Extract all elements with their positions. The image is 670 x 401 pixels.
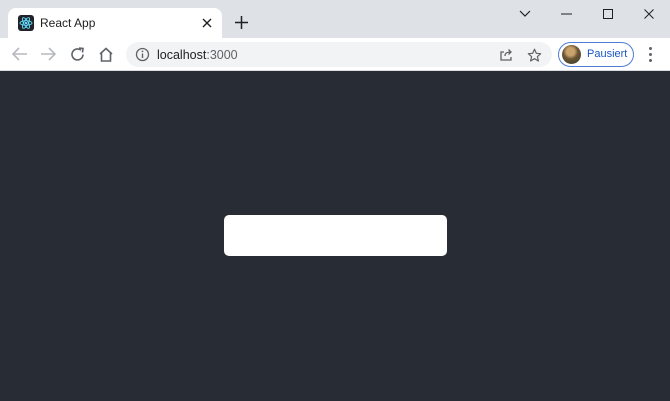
profile-button[interactable]: Pausiert [558, 42, 634, 67]
url-host: localhost [157, 48, 207, 62]
forward-arrow-icon[interactable] [38, 44, 58, 64]
more-options-icon[interactable] [642, 44, 658, 64]
new-tab-icon[interactable] [232, 13, 250, 31]
site-info-icon[interactable] [135, 47, 150, 62]
page-viewport [0, 71, 670, 401]
bookmark-star-icon[interactable] [526, 47, 542, 63]
center-white-box [224, 215, 447, 256]
url-text: localhost:3000 [157, 48, 238, 62]
profile-status-label: Pausiert [587, 48, 628, 60]
react-logo-icon [18, 15, 34, 31]
avatar [562, 45, 581, 64]
minimize-window-icon[interactable] [553, 4, 579, 24]
tab-search-chevron-icon[interactable] [512, 4, 538, 24]
address-bar[interactable]: localhost:3000 [126, 42, 552, 67]
share-icon[interactable] [498, 47, 514, 63]
close-window-icon[interactable] [636, 4, 662, 24]
tab-title: React App [40, 16, 96, 30]
reload-icon[interactable] [67, 44, 87, 64]
browser-tab[interactable]: React App [8, 8, 222, 39]
browser-title-bar: React App [0, 0, 670, 39]
close-tab-icon[interactable] [198, 14, 216, 32]
back-arrow-icon[interactable] [10, 44, 30, 64]
browser-toolbar: localhost:3000 Pausiert [0, 38, 670, 71]
home-icon[interactable] [96, 44, 116, 64]
maximize-window-icon[interactable] [595, 4, 621, 24]
url-port: :3000 [206, 48, 238, 62]
